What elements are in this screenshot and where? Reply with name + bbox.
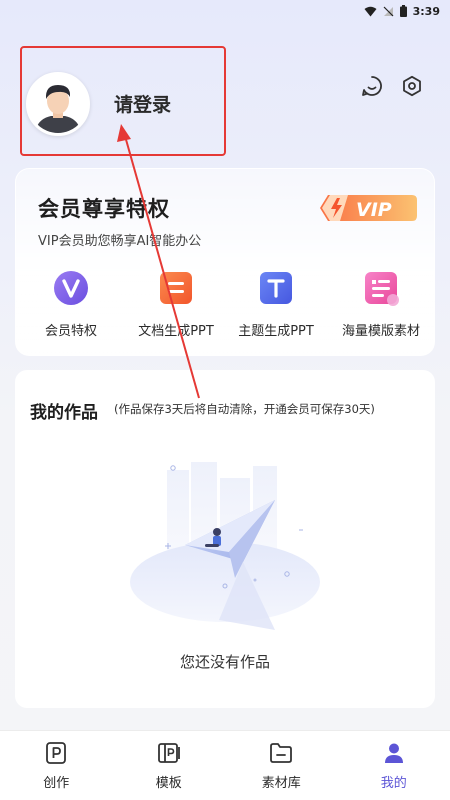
feature-templates[interactable]: 海量模版素材: [326, 269, 436, 339]
template-icon: [157, 741, 181, 765]
avatar[interactable]: [26, 72, 90, 136]
vip-features: 会员特权 文档生成PPT 主题生成PPT 海量模版素材: [16, 269, 436, 349]
vip-badge-text: VIP: [356, 199, 392, 221]
feature-label: 海量模版素材: [341, 324, 420, 339]
settings-icon[interactable]: [400, 74, 424, 98]
nav-label: 素材库: [261, 776, 301, 791]
status-time: 3:39: [412, 4, 440, 18]
nav-label: 我的: [380, 776, 407, 791]
feature-doc-to-ppt[interactable]: 文档生成PPT: [121, 269, 231, 339]
feature-label: 主题生成PPT: [238, 324, 314, 339]
empty-paper-plane-illustration: [125, 460, 325, 630]
bottom-nav: 创作 模板 素材库 我的: [0, 730, 450, 800]
works-card: 我的作品 (作品保存3天后将自动清除，开通会员可保存30天) 您还没有作品: [15, 370, 435, 708]
works-note: (作品保存3天后将自动清除，开通会员可保存30天): [114, 402, 375, 416]
folder-icon: [269, 741, 293, 765]
nav-item-materials[interactable]: 素材库: [225, 731, 338, 800]
template-icon: [362, 269, 400, 307]
login-label[interactable]: 请登录: [114, 90, 171, 117]
vip-v-icon: [52, 269, 90, 307]
user-icon: [382, 741, 406, 765]
vip-badge[interactable]: VIP: [318, 191, 420, 225]
document-icon: [157, 269, 195, 307]
feature-topic-to-ppt[interactable]: 主题生成PPT: [221, 269, 331, 339]
status-bar: 3:39: [0, 0, 450, 22]
nav-label: 模板: [155, 776, 182, 791]
smile-icon[interactable]: [360, 74, 384, 98]
text-t-icon: [257, 269, 295, 307]
feature-label: 文档生成PPT: [138, 324, 214, 339]
vip-title: 会员尊享特权: [38, 197, 170, 221]
nav-label: 创作: [43, 776, 70, 791]
works-title: 我的作品: [30, 403, 98, 423]
feature-vip-privilege[interactable]: 会员特权: [16, 269, 126, 339]
nav-item-templates[interactable]: 模板: [113, 731, 226, 800]
create-p-icon: [44, 741, 68, 765]
battery-icon: [399, 5, 407, 17]
nav-item-mine[interactable]: 我的: [338, 731, 450, 800]
vip-card[interactable]: 会员尊享特权 VIP会员助您畅享AI智能办公 VIP 会员特权 文档生成PPT …: [15, 168, 435, 356]
vip-subtitle: VIP会员助您畅享AI智能办公: [38, 234, 202, 249]
feature-label: 会员特权: [44, 324, 97, 339]
wifi-icon: [364, 6, 377, 17]
signal-icon: [383, 6, 394, 17]
empty-state-text: 您还没有作品: [179, 653, 270, 671]
nav-item-create[interactable]: 创作: [0, 731, 113, 800]
